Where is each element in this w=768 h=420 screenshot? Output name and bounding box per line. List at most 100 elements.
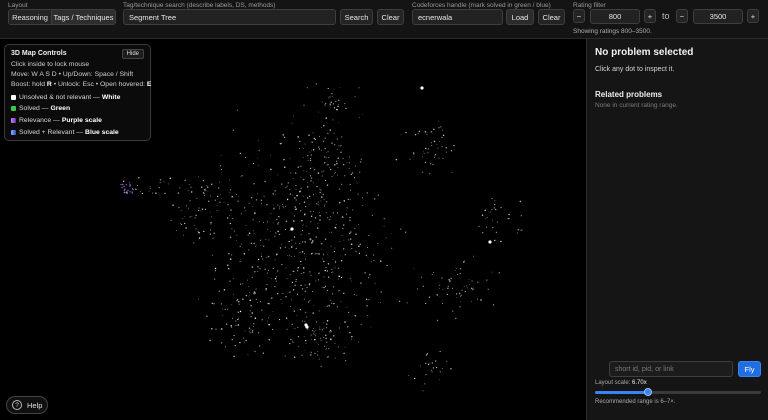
problem-dot[interactable]: [310, 215, 313, 217]
problem-dot[interactable]: [398, 300, 401, 302]
problem-dot[interactable]: [290, 256, 292, 257]
problem-dot[interactable]: [233, 231, 235, 233]
problem-dot[interactable]: [430, 131, 432, 133]
problem-dot[interactable]: [334, 267, 336, 269]
problem-dot[interactable]: [395, 158, 398, 161]
problem-dot[interactable]: [159, 182, 161, 184]
problem-dot[interactable]: [307, 155, 309, 157]
problem-dot[interactable]: [253, 325, 255, 327]
problem-dot[interactable]: [248, 327, 251, 329]
problem-dot[interactable]: [233, 294, 235, 295]
problem-dot[interactable]: [468, 279, 470, 280]
problem-dot[interactable]: [195, 228, 197, 230]
problem-dot[interactable]: [319, 337, 322, 339]
problem-dot[interactable]: [138, 177, 140, 179]
problem-dot[interactable]: [244, 210, 246, 212]
problem-dot[interactable]: [307, 328, 309, 331]
problem-dot[interactable]: [304, 284, 306, 286]
problem-dot[interactable]: [291, 246, 293, 248]
problem-dot[interactable]: [172, 204, 174, 206]
problem-dot[interactable]: [494, 203, 496, 206]
problem-dot[interactable]: [442, 130, 443, 131]
problem-dot[interactable]: [279, 233, 281, 235]
problem-dot[interactable]: [249, 313, 251, 315]
problem-dot[interactable]: [440, 126, 442, 128]
problem-dot[interactable]: [267, 302, 269, 305]
problem-dot[interactable]: [250, 304, 252, 307]
problem-dot[interactable]: [214, 199, 216, 201]
problem-dot[interactable]: [306, 316, 308, 318]
problem-dot[interactable]: [289, 254, 291, 256]
problem-dot[interactable]: [200, 210, 202, 212]
problem-dot[interactable]: [436, 294, 439, 296]
problem-dot[interactable]: [260, 199, 263, 201]
problem-dot[interactable]: [236, 234, 238, 236]
problem-dot[interactable]: [330, 245, 332, 247]
problem-dot[interactable]: [507, 218, 509, 220]
problem-dot[interactable]: [238, 303, 241, 305]
problem-dot[interactable]: [244, 207, 246, 209]
problem-dot[interactable]: [325, 348, 327, 350]
problem-dot[interactable]: [344, 347, 346, 349]
problem-dot[interactable]: [441, 136, 443, 139]
problem-dot[interactable]: [447, 287, 449, 289]
problem-dot[interactable]: [323, 199, 325, 201]
problem-dot[interactable]: [335, 223, 337, 226]
problem-dot[interactable]: [436, 319, 439, 322]
relevant-problem-dot[interactable]: [129, 185, 131, 187]
problem-dot[interactable]: [351, 247, 353, 249]
problem-dot[interactable]: [322, 322, 324, 324]
problem-dot[interactable]: [293, 236, 296, 238]
problem-dot[interactable]: [248, 330, 250, 332]
problem-dot[interactable]: [385, 237, 387, 239]
problem-dot[interactable]: [340, 260, 343, 262]
problem-dot[interactable]: [321, 248, 322, 250]
problem-dot[interactable]: [486, 226, 488, 228]
problem-dot[interactable]: [310, 221, 312, 222]
problem-dot[interactable]: [295, 280, 297, 282]
problem-dot[interactable]: [236, 194, 237, 195]
problem-dot[interactable]: [380, 302, 382, 303]
problem-dot[interactable]: [267, 255, 270, 258]
problem-dot[interactable]: [380, 291, 382, 293]
problem-dot[interactable]: [343, 200, 346, 202]
problem-dot[interactable]: [252, 162, 254, 165]
problem-dot[interactable]: [243, 253, 246, 255]
problem-dot[interactable]: [521, 229, 523, 231]
problem-dot[interactable]: [320, 242, 323, 245]
problem-dot[interactable]: [309, 195, 311, 197]
problem-dot[interactable]: [334, 226, 337, 229]
problem-dot[interactable]: [325, 201, 328, 203]
problem-dot[interactable]: [357, 193, 359, 195]
problem-dot[interactable]: [275, 276, 277, 278]
problem-dot[interactable]: [325, 102, 327, 105]
problem-dot[interactable]: [358, 252, 361, 255]
problem-dot[interactable]: [293, 270, 295, 273]
problem-dot[interactable]: [227, 264, 229, 266]
problem-dot[interactable]: [227, 204, 229, 206]
problem-dot[interactable]: [185, 227, 187, 229]
problem-dot[interactable]: [431, 142, 432, 144]
problem-dot[interactable]: [314, 253, 316, 255]
problem-dot[interactable]: [304, 214, 306, 216]
problem-dot[interactable]: [368, 299, 370, 301]
problem-dot[interactable]: [229, 192, 231, 194]
problem-dot[interactable]: [270, 168, 272, 171]
problem-dot[interactable]: [303, 195, 305, 197]
problem-dot[interactable]: [232, 278, 234, 280]
problem-dot[interactable]: [242, 298, 244, 300]
problem-dot[interactable]: [239, 245, 241, 248]
problem-dot[interactable]: [329, 96, 331, 98]
problem-dot[interactable]: [318, 310, 320, 312]
problem-dot[interactable]: [255, 244, 257, 246]
problem-dot[interactable]: [299, 191, 301, 193]
problem-dot[interactable]: [433, 140, 436, 143]
problem-dot[interactable]: [273, 209, 275, 211]
problem-dot[interactable]: [212, 237, 214, 239]
problem-dot[interactable]: [333, 132, 335, 134]
problem-dot[interactable]: [338, 202, 341, 204]
problem-dot[interactable]: [441, 302, 444, 304]
problem-dot[interactable]: [278, 206, 281, 208]
problem-dot[interactable]: [302, 267, 305, 269]
problem-dot[interactable]: [203, 230, 205, 232]
